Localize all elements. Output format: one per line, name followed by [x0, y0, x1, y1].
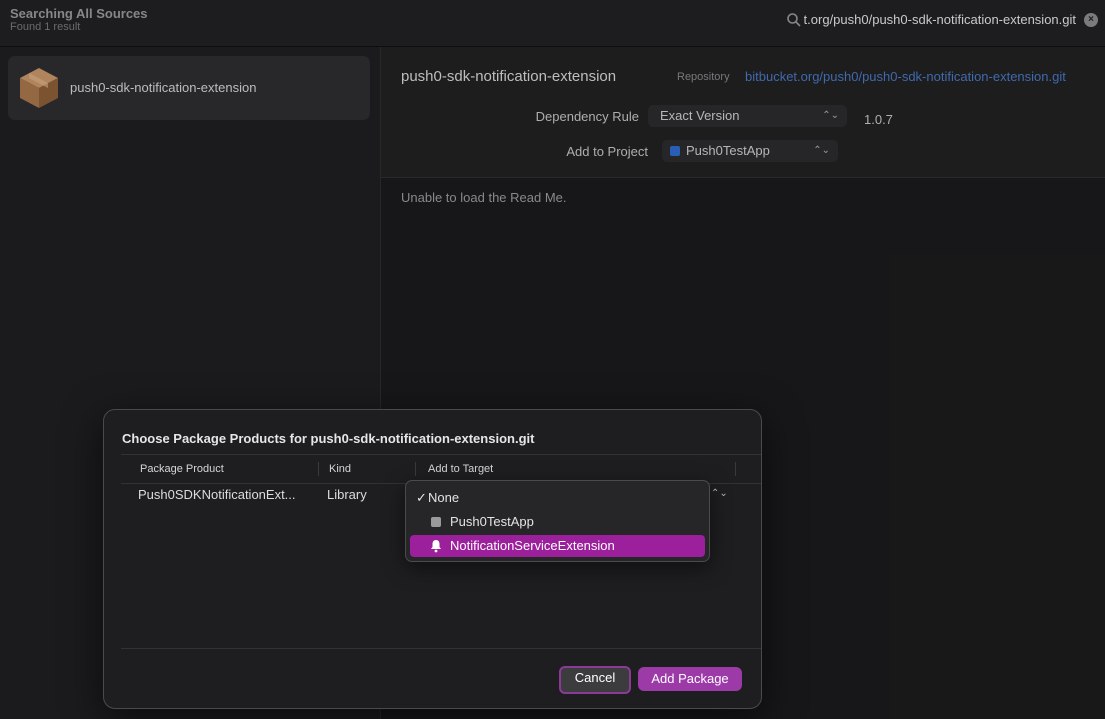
add-to-target-menu: ✓ None Push0TestApp NotificationServiceE…	[405, 480, 710, 562]
table-row-product[interactable]: Push0SDKNotificationExt...	[138, 487, 308, 502]
menu-item-label: None	[428, 490, 460, 505]
column-divider	[735, 462, 736, 476]
column-header-target[interactable]: Add to Target	[428, 463, 493, 475]
column-divider	[415, 462, 416, 476]
column-header-product[interactable]: Package Product	[140, 463, 224, 475]
dialog-title: Choose Package Products for push0-sdk-no…	[122, 431, 535, 446]
menu-item-none[interactable]: ✓ None	[410, 487, 705, 509]
menu-item-label: NotificationServiceExtension	[450, 538, 615, 553]
column-divider	[318, 462, 319, 476]
menu-item-push0testapp[interactable]: Push0TestApp	[410, 511, 705, 533]
menu-item-notification-service-extension[interactable]: NotificationServiceExtension	[410, 535, 705, 557]
column-header-kind[interactable]: Kind	[329, 463, 351, 475]
checkmark-icon: ✓	[416, 490, 427, 505]
menu-item-label: Push0TestApp	[450, 514, 534, 529]
extension-bell-icon	[431, 540, 441, 553]
app-icon	[431, 517, 441, 527]
table-row-kind: Library	[327, 487, 367, 502]
add-package-button[interactable]: Add Package	[638, 667, 742, 691]
target-popup-chevron-icon[interactable]: ⌃⌄	[711, 488, 728, 499]
cancel-button[interactable]: Cancel	[559, 666, 631, 694]
